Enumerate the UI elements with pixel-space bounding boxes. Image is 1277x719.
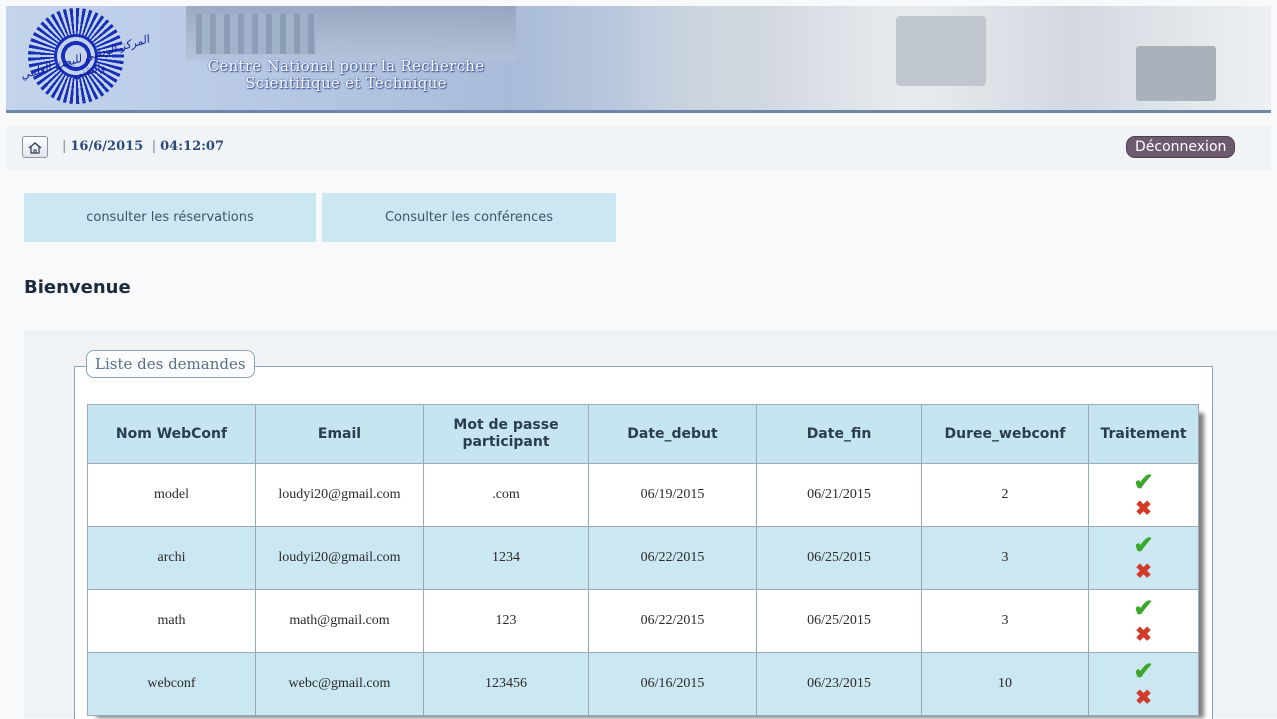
cell-name: model [87, 463, 256, 527]
table-header-row: Nom WebConf Email Mot de passe participa… [87, 404, 1199, 464]
cell-password: .com [423, 463, 589, 527]
cell-name: math [87, 589, 256, 653]
cell-actions: ✔ ✖ [1088, 589, 1199, 653]
cell-date-fin: 06/25/2015 [756, 589, 922, 653]
cell-date-debut: 06/22/2015 [588, 526, 757, 590]
requests-table: Nom WebConf Email Mot de passe participa… [87, 404, 1199, 716]
cell-date-fin: 06/23/2015 [756, 652, 922, 716]
checkmark-icon[interactable]: ✔ [1133, 659, 1153, 685]
cell-duree: 2 [921, 463, 1089, 527]
home-icon [28, 141, 42, 154]
table-row: webconf webc@gmail.com 123456 06/16/2015… [87, 652, 1199, 716]
cell-email: loudyi20@gmail.com [255, 463, 424, 527]
cross-icon[interactable]: ✖ [1135, 561, 1152, 583]
cell-password: 1234 [423, 526, 589, 590]
cell-date-debut: 06/16/2015 [588, 652, 757, 716]
cross-icon[interactable]: ✖ [1135, 687, 1152, 709]
cell-actions: ✔ ✖ [1088, 463, 1199, 527]
date-time-display: | 16/6/2015 | 04:12:07 [62, 139, 225, 154]
checkmark-icon[interactable]: ✔ [1133, 596, 1153, 622]
requests-legend: Liste des demandes [86, 350, 255, 378]
cell-date-fin: 06/21/2015 [756, 463, 922, 527]
logout-button[interactable]: Déconnexion [1126, 136, 1236, 158]
cell-date-debut: 06/19/2015 [588, 463, 757, 527]
consult-conferences-button[interactable]: Consulter les conférences [322, 193, 616, 242]
cross-icon[interactable]: ✖ [1135, 624, 1152, 646]
header-email: Email [255, 404, 424, 464]
cell-email: math@gmail.com [255, 589, 424, 653]
cell-duree: 10 [921, 652, 1089, 716]
cell-email: loudyi20@gmail.com [255, 526, 424, 590]
cell-name: webconf [87, 652, 256, 716]
banner-lab-image [616, 6, 1271, 110]
checkmark-icon[interactable]: ✔ [1133, 470, 1153, 496]
home-button[interactable] [22, 136, 48, 158]
cell-duree: 3 [921, 589, 1089, 653]
cell-password: 123456 [423, 652, 589, 716]
banner-buildings-image [186, 6, 516, 61]
welcome-heading: Bienvenue [24, 277, 131, 298]
header-traitement: Traitement [1088, 404, 1199, 464]
cell-duree: 3 [921, 526, 1089, 590]
header-nom-webconf: Nom WebConf [87, 404, 256, 464]
banner-title: Centre National pour la Recherche Scient… [186, 58, 506, 92]
cell-actions: ✔ ✖ [1088, 652, 1199, 716]
cell-email: webc@gmail.com [255, 652, 424, 716]
header-date-debut: Date_debut [588, 404, 757, 464]
consult-reservations-button[interactable]: consulter les réservations [24, 193, 316, 242]
current-time: 04:12:07 [160, 139, 225, 154]
cell-actions: ✔ ✖ [1088, 526, 1199, 590]
top-bar: | 16/6/2015 | 04:12:07 Déconnexion [6, 126, 1271, 170]
cross-icon[interactable]: ✖ [1135, 498, 1152, 520]
header-banner: المركز الوطني للبحث العلمي والتقني Centr… [6, 6, 1271, 113]
cell-password: 123 [423, 589, 589, 653]
table-row: model loudyi20@gmail.com .com 06/19/2015… [87, 463, 1199, 527]
header-date-fin: Date_fin [756, 404, 922, 464]
banner-title-line2: Scientifique et Technique [245, 74, 447, 92]
cell-name: archi [87, 526, 256, 590]
current-date: 16/6/2015 [70, 139, 144, 154]
checkmark-icon[interactable]: ✔ [1133, 533, 1153, 559]
banner-title-line1: Centre National pour la Recherche [207, 57, 485, 75]
header-duree: Duree_webconf [921, 404, 1089, 464]
table-row: archi loudyi20@gmail.com 1234 06/22/2015… [87, 526, 1199, 590]
table-row: math math@gmail.com 123 06/22/2015 06/25… [87, 589, 1199, 653]
cell-date-debut: 06/22/2015 [588, 589, 757, 653]
cell-date-fin: 06/25/2015 [756, 526, 922, 590]
header-password: Mot de passe participant [423, 404, 589, 464]
